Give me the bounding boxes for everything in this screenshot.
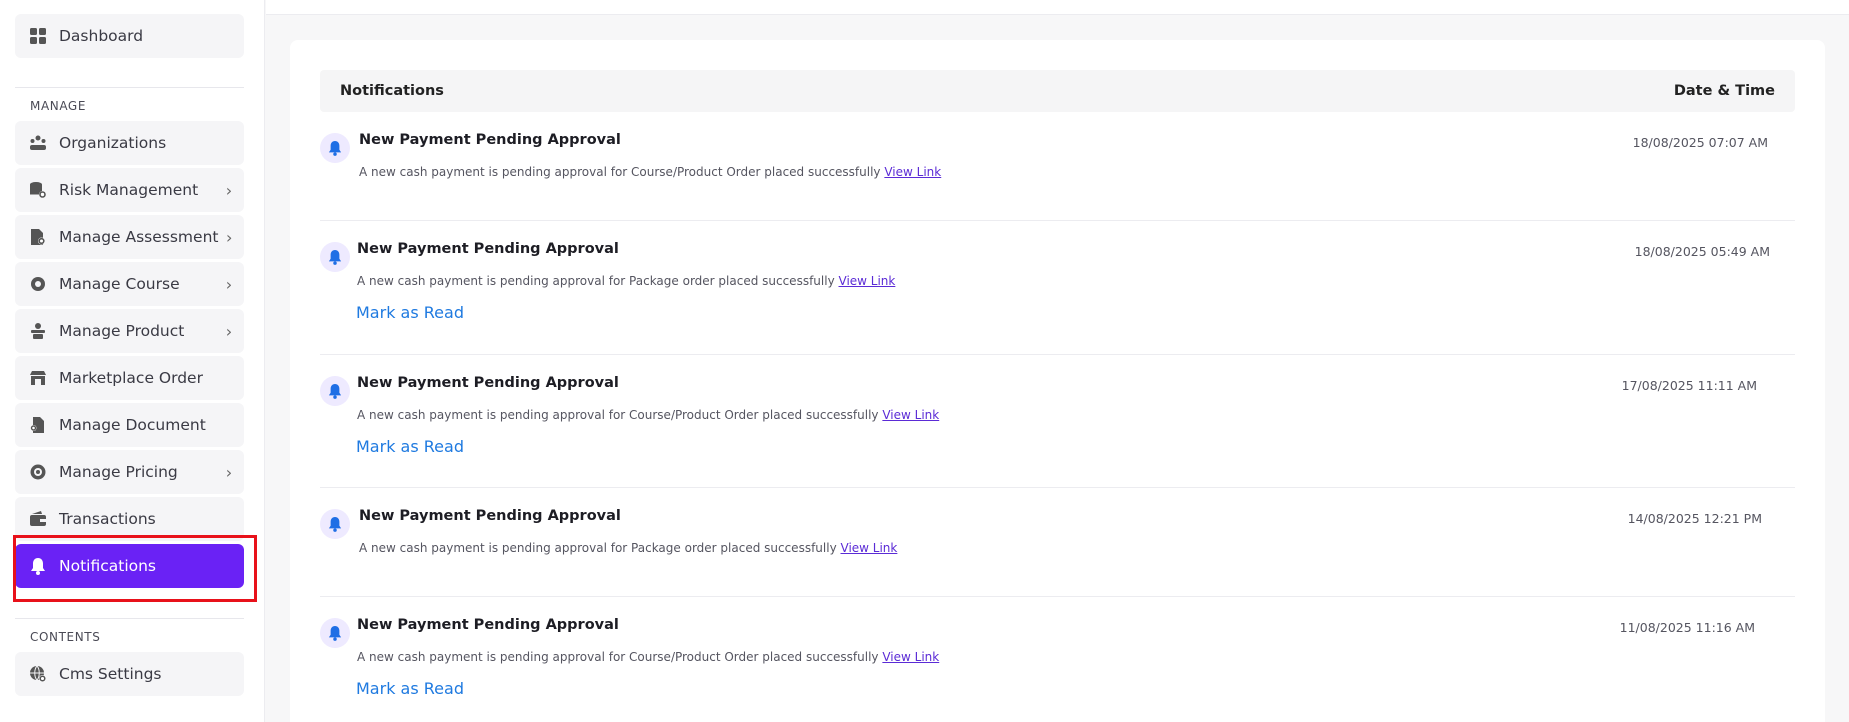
document-gear-icon <box>29 228 47 246</box>
bell-icon <box>320 133 350 163</box>
notification-title: New Payment Pending Approval <box>357 617 619 633</box>
mark-as-read-button[interactable]: Mark as Read <box>356 437 464 456</box>
notification-message-text: A new cash payment is pending approval f… <box>359 541 837 555</box>
sidebar-item-manage-course[interactable]: Manage Course › <box>15 262 244 306</box>
chevron-right-icon: › <box>225 274 233 294</box>
notification-item: New Payment Pending Approval A new cash … <box>320 112 1795 221</box>
sidebar-item-label: Transactions <box>59 510 156 528</box>
chevron-right-icon: › <box>226 227 233 247</box>
view-link[interactable]: View Link <box>882 408 939 422</box>
table-header: Notifications Date & Time <box>320 70 1795 112</box>
notifications-card: Notifications Date & Time New Payment Pe… <box>290 40 1825 722</box>
sidebar-item-label: Organizations <box>59 134 167 152</box>
store-icon <box>29 369 47 387</box>
sidebar-item-label: Manage Document <box>59 416 206 434</box>
notification-title: New Payment Pending Approval <box>357 241 619 257</box>
notification-message-text: A new cash payment is pending approval f… <box>359 165 881 179</box>
grid-icon <box>29 27 47 45</box>
notification-message-text: A new cash payment is pending approval f… <box>357 274 835 288</box>
sidebar-item-manage-product[interactable]: Manage Product › <box>15 309 244 353</box>
notification-date: 14/08/2025 12:21 PM <box>1627 511 1762 526</box>
top-bar <box>266 0 1849 15</box>
notification-item: New Payment Pending Approval A new cash … <box>320 221 1795 355</box>
column-header-notifications: Notifications <box>340 83 444 99</box>
notification-message: A new cash payment is pending approval f… <box>357 274 895 288</box>
wallet-icon <box>29 510 47 528</box>
chevron-right-icon: › <box>225 180 233 200</box>
notification-title: New Payment Pending Approval <box>359 132 621 148</box>
database-gear-icon <box>29 181 47 199</box>
sidebar-item-cms-settings[interactable]: Cms Settings <box>15 652 244 696</box>
mark-as-read-button[interactable]: Mark as Read <box>356 303 464 322</box>
sidebar-item-manage-document[interactable]: Manage Document <box>15 403 244 447</box>
sidebar-item-label: Dashboard <box>59 27 144 45</box>
product-icon <box>29 322 47 340</box>
sidebar-item-label: Cms Settings <box>59 665 162 683</box>
sidebar-item-label: Manage Pricing <box>59 463 178 481</box>
sidebar-item-risk-management[interactable]: Risk Management › <box>15 168 244 212</box>
sidebar-item-dashboard[interactable]: Dashboard <box>15 14 244 58</box>
notification-message-text: A new cash payment is pending approval f… <box>357 650 879 664</box>
section-title-manage: MANAGE <box>30 99 87 113</box>
gear-icon <box>29 275 47 293</box>
divider <box>15 87 244 88</box>
view-link[interactable]: View Link <box>884 165 941 179</box>
section-title-contents: CONTENTS <box>30 630 101 644</box>
view-link[interactable]: View Link <box>839 274 896 288</box>
chevron-right-icon: › <box>225 321 233 341</box>
sidebar-item-manage-pricing[interactable]: Manage Pricing › <box>15 450 244 494</box>
notification-message-text: A new cash payment is pending approval f… <box>357 408 879 422</box>
document-icon <box>29 416 47 434</box>
sidebar: Dashboard MANAGE Organizations Risk Mana… <box>0 0 265 722</box>
sidebar-item-label: Manage Course <box>59 275 180 293</box>
chevron-right-icon: › <box>225 462 233 482</box>
sidebar-item-label: Manage Product <box>59 322 185 340</box>
notification-message: A new cash payment is pending approval f… <box>357 408 939 422</box>
sidebar-item-label: Manage Assessment <box>59 228 219 246</box>
bell-icon <box>320 509 350 539</box>
sidebar-item-marketplace-order[interactable]: Marketplace Order <box>15 356 244 400</box>
notification-message: A new cash payment is pending approval f… <box>357 650 939 664</box>
sidebar-item-organizations[interactable]: Organizations <box>15 121 244 165</box>
notification-date: 17/08/2025 11:11 AM <box>1621 378 1757 393</box>
notification-date: 18/08/2025 07:07 AM <box>1632 135 1768 150</box>
notification-title: New Payment Pending Approval <box>357 375 619 391</box>
notification-title: New Payment Pending Approval <box>359 508 621 524</box>
notification-item: New Payment Pending Approval A new cash … <box>320 488 1795 597</box>
globe-gear-icon <box>29 665 47 683</box>
column-header-datetime: Date & Time <box>1673 83 1775 99</box>
bell-icon <box>320 376 350 406</box>
view-link[interactable]: View Link <box>882 650 939 664</box>
view-link[interactable]: View Link <box>841 541 898 555</box>
sidebar-item-manage-assessment[interactable]: Manage Assessment › <box>15 215 244 259</box>
notification-message: A new cash payment is pending approval f… <box>359 165 941 179</box>
notification-date: 11/08/2025 11:16 AM <box>1619 620 1755 635</box>
sidebar-item-label: Marketplace Order <box>59 369 203 387</box>
highlight-box <box>13 535 257 602</box>
bell-icon <box>320 242 350 272</box>
pricing-gear-icon <box>29 463 47 481</box>
notification-date: 18/08/2025 05:49 AM <box>1634 244 1770 259</box>
bell-icon <box>320 618 350 648</box>
mark-as-read-button[interactable]: Mark as Read <box>356 679 464 698</box>
divider <box>15 618 244 619</box>
organization-icon <box>29 134 47 152</box>
sidebar-item-label: Risk Management <box>59 181 199 199</box>
notification-item: New Payment Pending Approval A new cash … <box>320 597 1795 722</box>
notification-message: A new cash payment is pending approval f… <box>359 541 897 555</box>
notification-item: New Payment Pending Approval A new cash … <box>320 355 1795 488</box>
